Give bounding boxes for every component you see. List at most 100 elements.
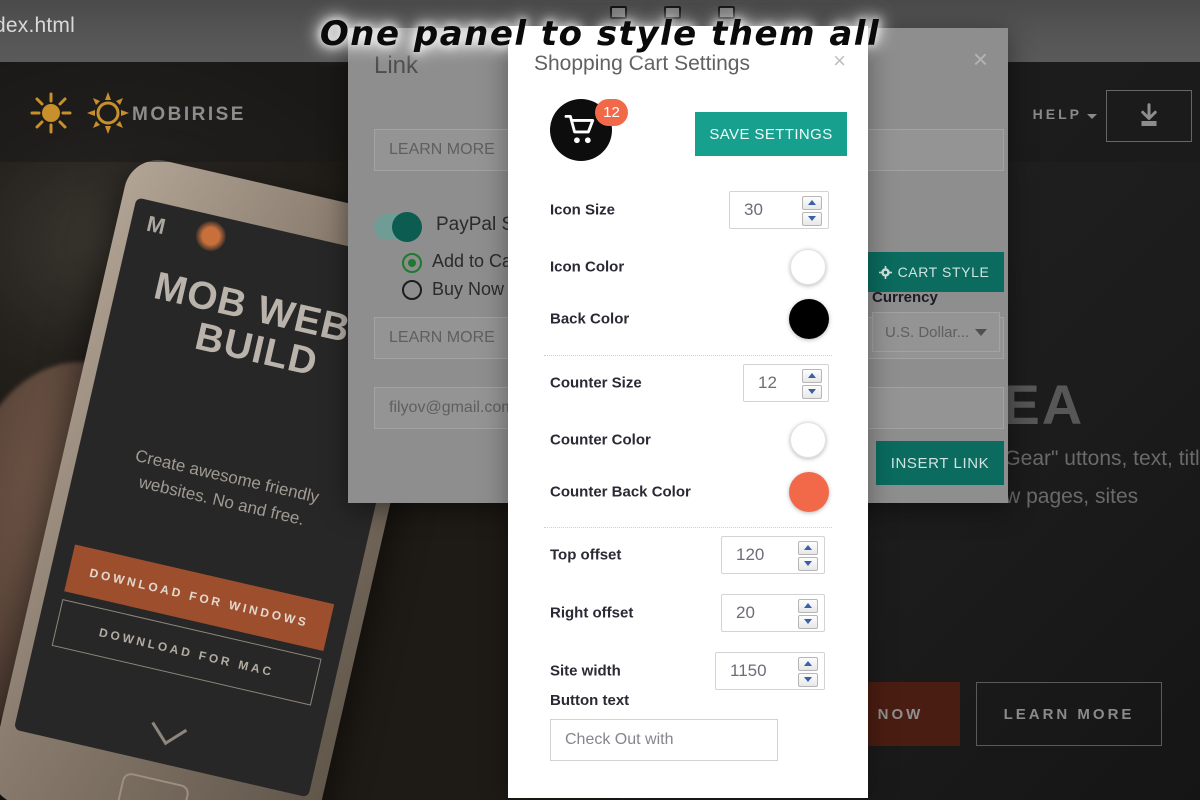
phone-home-button — [115, 771, 191, 800]
cart-style-button-label: CART STYLE — [897, 264, 990, 280]
spinner-up-button[interactable] — [798, 598, 818, 613]
site-width-spinner[interactable]: 1150 — [715, 651, 825, 690]
cart-style-button[interactable]: CART STYLE — [864, 252, 1004, 292]
nav-download-button[interactable] — [1106, 90, 1192, 142]
cart-panel-title: Shopping Cart Settings — [534, 52, 750, 75]
cart-panel-close-icon[interactable]: × — [833, 50, 846, 72]
toolbar-box-2-icon[interactable] — [664, 6, 681, 19]
screenshot-root: dex.html M MOB WEBS BUILD Create awesome… — [0, 0, 1200, 800]
spinner-buttons[interactable] — [802, 195, 822, 226]
spinner-down-button[interactable] — [798, 556, 818, 571]
spinner-down-button[interactable] — [802, 211, 822, 226]
spinner-buttons[interactable] — [798, 540, 818, 571]
toolbar-box-1-icon[interactable] — [610, 6, 627, 19]
row-counter-color: Counter Color — [508, 411, 868, 468]
counter-size-spinner[interactable]: 12 — [743, 363, 829, 402]
insert-link-button-label: INSERT LINK — [890, 454, 990, 472]
spinner-down-button[interactable] — [798, 614, 818, 629]
phone-chevron-down-icon — [151, 709, 188, 746]
phone-subtitle: Create awesome friendly websites. No and… — [133, 446, 321, 529]
row-top-offset: Top offset 120 — [508, 526, 868, 583]
spinner-value: 12 — [758, 372, 777, 392]
spinner-value: 20 — [736, 602, 755, 622]
row-label: Right offset — [550, 604, 634, 621]
right-offset-spinner[interactable]: 20 — [721, 593, 825, 632]
counter-color-swatch[interactable] — [790, 421, 826, 458]
insert-link-button[interactable]: INSERT LINK — [876, 441, 1004, 485]
toolbar-box-3-icon[interactable] — [718, 6, 735, 19]
triangle-down-icon — [804, 619, 812, 624]
download-icon — [1141, 103, 1157, 126]
link-dialog-close-icon[interactable]: × — [973, 46, 988, 72]
triangle-up-icon — [808, 200, 816, 205]
link-dialog-title: Link — [374, 52, 419, 79]
nav-item-help[interactable]: HELP — [1033, 106, 1082, 122]
cart-preview: 12 — [550, 99, 628, 161]
row-label: Icon Color — [550, 258, 625, 275]
browser-toolbar-icons — [610, 6, 735, 19]
row-label: Icon Size — [550, 201, 616, 218]
shopping-cart-settings-panel: Shopping Cart Settings × 12 SAVE SETTING… — [508, 26, 868, 798]
radio-add-to-cart[interactable] — [402, 253, 422, 273]
row-icon-size: Icon Size 30 — [508, 181, 868, 238]
button-text-label: Button text — [550, 692, 630, 709]
triangle-down-icon — [808, 389, 816, 394]
spinner-up-button[interactable] — [802, 195, 822, 210]
phone-sun-icon — [192, 218, 229, 255]
triangle-down-icon — [804, 561, 812, 566]
currency-select-value: U.S. Dollar... — [885, 323, 970, 341]
icon-size-spinner[interactable]: 30 — [729, 190, 829, 229]
site-logo-text[interactable]: MOBIRISE — [132, 104, 246, 126]
radio-buy-now[interactable] — [402, 280, 422, 300]
row-back-color: Back Color — [508, 290, 868, 347]
top-offset-spinner[interactable]: 120 — [721, 535, 825, 574]
triangle-up-icon — [808, 373, 816, 378]
spinner-value: 120 — [736, 544, 765, 564]
sun-icon-right — [87, 92, 129, 134]
spinner-up-button[interactable] — [802, 368, 822, 383]
row-label: Back Color — [550, 310, 630, 327]
spinner-down-button[interactable] — [802, 384, 822, 399]
shopping-cart-icon — [564, 115, 595, 144]
row-icon-color: Icon Color — [508, 238, 868, 295]
radio-buy-now-label: Buy Now — [432, 279, 505, 299]
icon-color-swatch[interactable] — [790, 248, 826, 285]
save-settings-button[interactable]: SAVE SETTINGS — [695, 112, 847, 156]
spinner-buttons[interactable] — [798, 656, 818, 687]
hero-button-row: D NOW LEARN MORE — [820, 682, 1162, 746]
hero-secondary-button[interactable]: LEARN MORE — [976, 682, 1162, 746]
row-counter-size: Counter Size 12 — [508, 354, 868, 411]
row-label: Site width — [550, 662, 621, 679]
row-label: Counter Back Color — [550, 483, 691, 500]
gear-icon — [878, 265, 892, 279]
cart-preview-counter-badge: 12 — [595, 99, 628, 126]
back-color-swatch[interactable] — [789, 298, 829, 339]
phone-logo: M — [144, 210, 168, 240]
spinner-buttons[interactable] — [798, 598, 818, 629]
spinner-buttons[interactable] — [802, 368, 822, 399]
spinner-value: 30 — [744, 199, 763, 219]
chevron-down-icon — [975, 328, 987, 336]
spinner-down-button[interactable] — [798, 672, 818, 687]
row-counter-back-color: Counter Back Color — [508, 463, 868, 520]
sun-icon-left — [30, 92, 72, 134]
row-label: Counter Color — [550, 431, 651, 448]
row-label: Counter Size — [550, 374, 642, 391]
triangle-up-icon — [804, 603, 812, 608]
row-site-width: Site width 1150 — [508, 642, 868, 699]
browser-url-text[interactable]: dex.html — [0, 14, 75, 38]
save-settings-button-label: SAVE SETTINGS — [709, 125, 833, 143]
row-right-offset: Right offset 20 — [508, 584, 868, 641]
chevron-down-icon[interactable] — [1087, 114, 1097, 119]
spinner-up-button[interactable] — [798, 656, 818, 671]
spinner-value: 1150 — [730, 660, 767, 680]
row-label: Top offset — [550, 546, 622, 563]
paypal-shop-toggle[interactable] — [374, 212, 422, 242]
button-text-input[interactable]: Check Out with — [550, 719, 778, 761]
triangle-up-icon — [804, 545, 812, 550]
triangle-down-icon — [808, 216, 816, 221]
counter-back-color-swatch[interactable] — [789, 471, 829, 512]
spinner-up-button[interactable] — [798, 540, 818, 555]
currency-select[interactable]: U.S. Dollar... — [872, 312, 1000, 352]
triangle-up-icon — [804, 661, 812, 666]
